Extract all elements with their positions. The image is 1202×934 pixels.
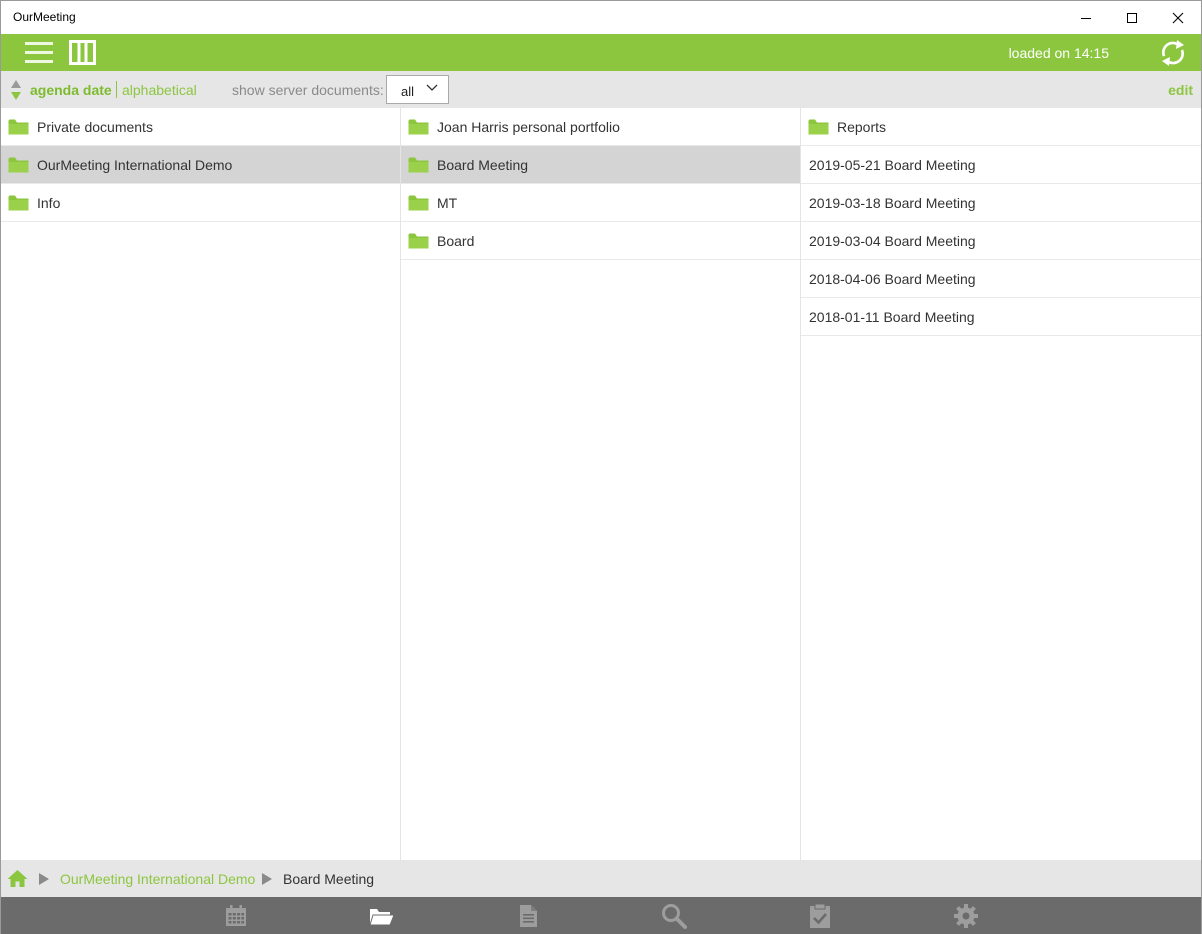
breadcrumb-link[interactable]: OurMeeting International Demo [60,871,255,887]
clipboard-check-icon [810,903,830,928]
nav-calendar[interactable] [223,903,249,929]
meeting-row[interactable]: 2018-04-06 Board Meeting [801,260,1201,298]
row-label: 2018-04-06 Board Meeting [809,270,976,287]
filter-toolbar: agenda date alphabetical show server doc… [1,71,1201,108]
row-label: MT [437,194,458,211]
folder-row[interactable]: Board Meeting [401,146,800,184]
close-icon [1172,12,1184,23]
window-title: OurMeeting [13,10,76,24]
breadcrumb: OurMeeting International Demo Board Meet… [1,860,1201,897]
folder-row[interactable]: MT [401,184,800,222]
column-3: Reports 2019-05-21 Board Meeting 2019-03-1… [801,108,1201,860]
sort-separator [116,81,117,98]
folder-row[interactable]: Private documents [1,108,400,146]
maximize-icon [1127,12,1137,23]
folder-row[interactable]: Info [1,184,400,222]
calendar-icon [226,905,246,926]
menu-icon[interactable] [25,40,53,66]
folder-icon [8,157,29,173]
folder-row[interactable]: Board [401,222,800,260]
server-documents-value: all [401,84,415,99]
folder-open-icon [369,909,395,926]
app-header: loaded on 14:15 [1,34,1201,71]
bottom-navigation [1,897,1201,934]
nav-search[interactable] [661,903,687,929]
meeting-row[interactable]: 2018-01-11 Board Meeting [801,298,1201,336]
refresh-icon[interactable] [1159,39,1187,67]
columns-view-icon[interactable] [69,40,96,65]
column-1: Private documents OurMeeting Internationa… [1,108,401,860]
row-label: 2018-01-11 Board Meeting [809,308,975,325]
row-label: Joan Harris personal portfolio [437,118,620,135]
minimize-button[interactable] [1063,1,1109,34]
edit-button[interactable]: edit [1168,82,1193,98]
row-label: OurMeeting International Demo [37,156,233,173]
nav-document[interactable] [515,903,541,929]
home-icon[interactable] [7,869,28,888]
folder-icon [408,233,429,249]
loaded-status: loaded on 14:15 [1008,45,1109,61]
sort-alphabetical[interactable]: alphabetical [122,82,197,98]
row-label: Board [437,232,475,249]
maximize-button[interactable] [1109,1,1155,34]
row-label: Reports [837,118,887,135]
nav-documents[interactable] [369,903,395,929]
minimize-icon [1081,17,1091,19]
close-button[interactable] [1155,1,1201,34]
folder-row[interactable]: OurMeeting International Demo [1,146,400,184]
row-label: 2019-03-04 Board Meeting [809,232,976,249]
meeting-row[interactable]: 2019-03-18 Board Meeting [801,184,1201,222]
breadcrumb-current: Board Meeting [283,871,375,887]
breadcrumb-arrow-icon [39,873,49,885]
search-icon [662,904,687,929]
row-label: Private documents [37,118,153,135]
row-label: Info [37,194,61,211]
server-documents-select[interactable]: all [386,75,449,104]
folder-icon [8,119,29,135]
server-documents-label: show server documents: [232,82,384,98]
folder-icon [408,157,429,173]
meeting-row[interactable]: 2019-05-21 Board Meeting [801,146,1201,184]
chevron-down-icon [426,84,438,91]
sort-agenda-date[interactable]: agenda date [30,82,112,98]
title-bar: OurMeeting [1,1,1201,34]
meeting-row[interactable]: 2019-03-04 Board Meeting [801,222,1201,260]
folder-icon [408,195,429,211]
column-2: Joan Harris personal portfolio Board Meet… [401,108,801,860]
document-icon [520,905,537,927]
nav-tasks[interactable] [807,903,833,929]
folder-row[interactable]: Reports [801,108,1201,146]
row-label: 2019-05-21 Board Meeting [809,156,976,173]
column-browser: Private documents OurMeeting Internationa… [1,108,1201,860]
sort-toggle-icon[interactable] [10,79,22,101]
row-label: Board Meeting [437,156,529,173]
folder-icon [8,195,29,211]
gear-icon [954,904,978,928]
nav-settings[interactable] [953,903,979,929]
folder-icon [808,119,829,135]
folder-row[interactable]: Joan Harris personal portfolio [401,108,800,146]
breadcrumb-arrow-icon [262,873,272,885]
row-label: 2019-03-18 Board Meeting [809,194,976,211]
folder-icon [408,119,429,135]
app-window: OurMeeting loaded on 14:15 agenda date a… [0,0,1202,934]
